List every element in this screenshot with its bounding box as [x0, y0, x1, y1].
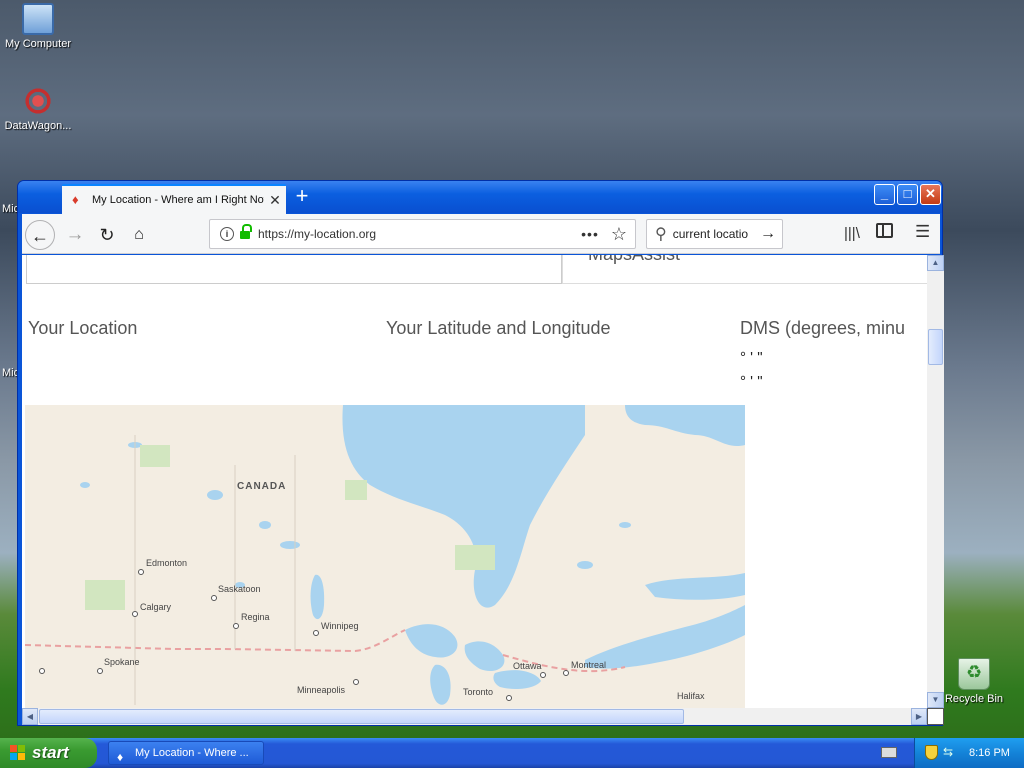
url-text[interactable]: https://my-location.org	[258, 227, 581, 241]
city-marker	[132, 611, 138, 617]
city-label: Regina	[241, 612, 270, 622]
city-label: Winnipeg	[321, 621, 359, 631]
datawagon-icon	[22, 85, 54, 117]
mapsassist-heading: MapsAssist	[588, 255, 680, 265]
start-label: start	[32, 743, 69, 762]
horizontal-scroll-thumb[interactable]	[39, 709, 684, 724]
city-marker	[138, 569, 144, 575]
city-label: Minneapolis	[297, 685, 346, 695]
windows-logo-icon	[10, 745, 26, 761]
desktop-icon-my-computer[interactable]: My Computer	[0, 3, 78, 50]
keyboard-icon[interactable]	[881, 747, 897, 758]
network-icon[interactable]: ⇆	[943, 745, 953, 759]
browser-window: ♦ My Location - Where am I Right Now ✕ +…	[17, 180, 944, 726]
dms-latitude-value: ° ' "	[740, 349, 763, 366]
home-button[interactable]: ⌂	[124, 220, 154, 250]
tab-close-icon[interactable]: ✕	[264, 192, 286, 209]
city-marker	[563, 670, 569, 676]
city-label: Toronto	[463, 687, 494, 697]
search-go-icon[interactable]: →	[760, 225, 776, 243]
desktop-icon-recycle-bin[interactable]: Recycle Bin	[934, 658, 1014, 705]
horizontal-scrollbar[interactable]: ◀ ▶	[22, 708, 927, 725]
map-pin-icon: ♦	[72, 192, 79, 207]
scrollbar-corner	[927, 708, 944, 725]
city-label: Saskatoon	[218, 584, 261, 594]
reload-button[interactable]: ↻	[92, 220, 122, 250]
scroll-down-arrow-icon[interactable]: ▼	[927, 692, 944, 708]
city-marker	[313, 630, 319, 636]
taskbar: start ♦ My Location - Where ... ⇆ 8:16 P…	[0, 738, 1024, 768]
city-marker	[211, 595, 217, 601]
city-marker	[233, 623, 239, 629]
dms-label: DMS (degrees, minu	[740, 318, 906, 338]
lat-lng-label: Your Latitude and Longitude	[386, 318, 611, 338]
city-marker	[353, 679, 359, 685]
info-icon[interactable]: i	[220, 227, 234, 241]
close-button[interactable]: ✕	[920, 184, 941, 205]
city-marker	[506, 695, 512, 701]
bookmark-star-icon[interactable]: ☆	[611, 224, 627, 245]
recycle-bin-icon	[958, 658, 990, 690]
city-label: Spokane	[104, 657, 140, 667]
navigation-toolbar: ← → ↻ ⌂ i https://my-location.org ••• ☆ …	[22, 214, 940, 254]
security-shield-icon[interactable]	[925, 745, 938, 760]
scroll-left-arrow-icon[interactable]: ◀	[22, 708, 38, 725]
search-input[interactable]: current locatio	[673, 227, 754, 241]
city-label: Halifax	[677, 691, 705, 701]
scroll-right-arrow-icon[interactable]: ▶	[911, 708, 927, 725]
window-titlebar[interactable]: ♦ My Location - Where am I Right Now ✕ +…	[18, 181, 942, 214]
city-label: Edmonton	[146, 558, 188, 568]
desktop-icon-label: My Computer	[4, 38, 72, 50]
location-map[interactable]: CANADA Edmonton Saskatoon Calgary Regina…	[25, 405, 745, 708]
tab-title: My Location - Where am I Right Now	[92, 194, 264, 206]
desktop-icon-label: DataWagon...	[4, 120, 72, 132]
city-label: Montreal	[571, 660, 607, 670]
library-button[interactable]: |||\	[844, 225, 860, 242]
city-marker	[540, 672, 546, 678]
content-card	[26, 255, 562, 284]
city-marker	[39, 668, 45, 674]
vertical-scroll-thumb[interactable]	[928, 329, 943, 365]
page-actions-icon[interactable]: •••	[581, 226, 599, 242]
menu-button[interactable]: ☰	[915, 222, 930, 242]
your-location-label: Your Location	[28, 318, 138, 338]
search-bar[interactable]: ⚲ current locatio →	[646, 219, 783, 249]
map-country-label: CANADA	[237, 481, 287, 492]
browser-task-icon: ♦	[117, 750, 124, 764]
new-tab-button[interactable]: +	[290, 185, 314, 209]
tab-my-location[interactable]: ♦ My Location - Where am I Right Now ✕	[62, 184, 286, 214]
url-bar[interactable]: i https://my-location.org ••• ☆	[209, 219, 636, 249]
start-button[interactable]: start	[0, 738, 97, 768]
clock[interactable]: 8:16 PM	[969, 738, 1010, 768]
desktop-icon-label: Recycle Bin	[944, 693, 1004, 705]
lock-icon	[240, 224, 252, 240]
page-content: MapsAssist Your Location Your Latitude a…	[22, 255, 927, 708]
vertical-scrollbar[interactable]: ▲ ▼	[927, 255, 944, 708]
my-computer-icon	[22, 3, 54, 35]
city-label: Calgary	[140, 602, 172, 612]
city-marker	[97, 668, 103, 674]
forward-button[interactable]: →	[60, 220, 90, 250]
taskbar-item-browser[interactable]: ♦ My Location - Where ...	[108, 741, 264, 765]
desktop-icon-datawagon[interactable]: DataWagon...	[0, 85, 78, 132]
minimize-button[interactable]: _	[874, 184, 895, 205]
back-button[interactable]: ←	[25, 220, 55, 250]
maximize-button[interactable]: □	[897, 184, 918, 205]
scroll-up-arrow-icon[interactable]: ▲	[927, 255, 944, 271]
dms-longitude-value: ° ' "	[740, 373, 763, 390]
sidebar-toggle-icon[interactable]	[876, 223, 893, 238]
system-tray: ⇆ 8:16 PM	[881, 738, 1024, 768]
taskbar-item-label: My Location - Where ...	[135, 747, 249, 759]
search-icon: ⚲	[655, 226, 667, 243]
city-label: Ottawa	[513, 661, 542, 671]
